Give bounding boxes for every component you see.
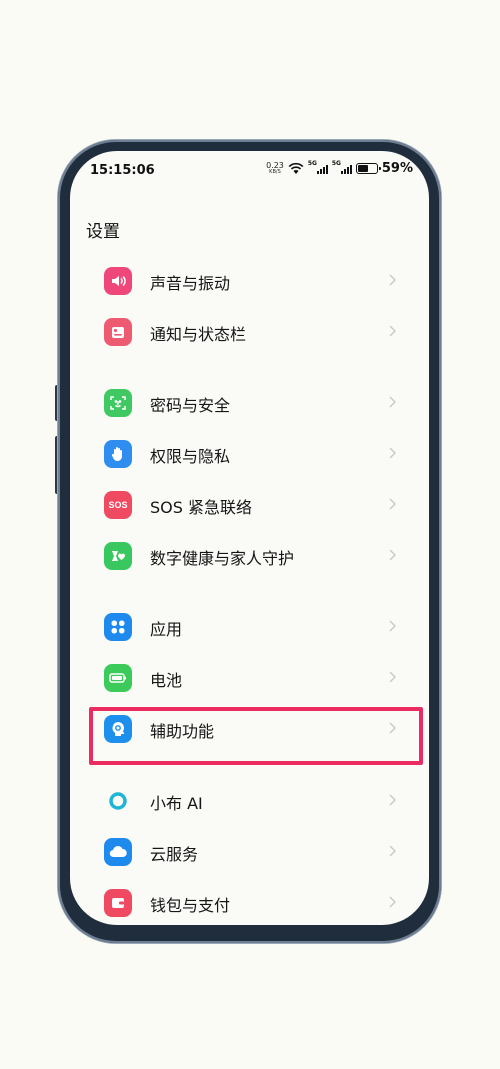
sim2-network-type: 5G <box>331 160 341 167</box>
face-lock-icon <box>104 389 132 417</box>
wifi-icon <box>288 162 304 174</box>
chevron-right-icon <box>389 620 396 632</box>
net-speed-unit: KB/S <box>269 168 281 175</box>
settings-screen: 15:15:06 0.23 KB/S 5G 5G 59% 设置 声音与振动 通知… <box>70 151 429 925</box>
status-bar: 15:15:06 0.23 KB/S 5G 5G 59% <box>70 151 429 191</box>
settings-item-label: 数字健康与家人守护 <box>150 549 295 568</box>
chevron-right-icon <box>389 794 396 806</box>
settings-item[interactable]: 密码与安全 <box>70 377 429 427</box>
chevron-right-icon <box>389 845 396 857</box>
cloud-icon <box>104 838 132 866</box>
chevron-right-icon <box>389 549 396 561</box>
notification-icon <box>104 318 132 346</box>
battery-percent: 59% <box>381 161 413 176</box>
highlight-box <box>89 707 423 765</box>
sos-icon-text: SOS <box>108 500 128 510</box>
settings-item[interactable]: 数字健康与家人守护 <box>70 530 429 580</box>
settings-item[interactable]: 小布 AI <box>70 775 429 825</box>
heart-hourglass-icon <box>104 542 132 570</box>
settings-item-label: 应用 <box>150 620 183 639</box>
sos-icon: SOS <box>104 491 132 519</box>
chevron-right-icon <box>389 671 396 683</box>
settings-item-label: 小布 AI <box>150 794 203 813</box>
chevron-right-icon <box>389 447 396 459</box>
settings-item-label: SOS 紧急联络 <box>150 498 252 517</box>
chevron-right-icon <box>389 498 396 510</box>
settings-item[interactable]: 钱包与支付 <box>70 877 429 925</box>
settings-item-label: 权限与隐私 <box>150 447 231 466</box>
settings-item[interactable]: 权限与隐私 <box>70 428 429 478</box>
page-title: 设置 <box>86 222 120 242</box>
status-time: 15:15:06 <box>90 163 155 178</box>
settings-item-label: 声音与振动 <box>150 274 231 293</box>
settings-item[interactable]: SOS SOS 紧急联络 <box>70 479 429 529</box>
settings-item[interactable]: 声音与振动 <box>70 255 429 305</box>
chevron-right-icon <box>389 896 396 908</box>
net-speed-value: 0.23 <box>266 160 284 170</box>
status-indicators: 0.23 KB/S 5G 5G 59% <box>266 160 413 176</box>
settings-item[interactable]: 电池 <box>70 652 429 702</box>
battery-status-icon <box>355 163 381 174</box>
hand-icon <box>104 440 132 468</box>
net-speed: 0.23 KB/S <box>266 160 284 176</box>
apps-grid-icon <box>104 613 132 641</box>
signal-sim2-icon: 5G <box>331 160 352 175</box>
settings-item[interactable]: 云服务 <box>70 826 429 876</box>
speaker-icon <box>104 267 132 295</box>
settings-item-label: 电池 <box>150 671 183 690</box>
battery-icon <box>104 664 132 692</box>
settings-item-label: 云服务 <box>150 845 199 864</box>
settings-item-label: 通知与状态栏 <box>150 325 247 344</box>
wallet-icon <box>104 889 132 917</box>
settings-item[interactable]: 应用 <box>70 601 429 651</box>
settings-item[interactable]: 通知与状态栏 <box>70 306 429 356</box>
breeno-ring-icon <box>104 787 132 815</box>
chevron-right-icon <box>389 274 396 286</box>
sim1-network-type: 5G <box>307 160 317 167</box>
settings-item-label: 密码与安全 <box>150 396 231 415</box>
chevron-right-icon <box>389 325 396 337</box>
chevron-right-icon <box>389 396 396 408</box>
signal-sim1-icon: 5G <box>307 160 328 175</box>
settings-item-label: 钱包与支付 <box>150 896 231 915</box>
